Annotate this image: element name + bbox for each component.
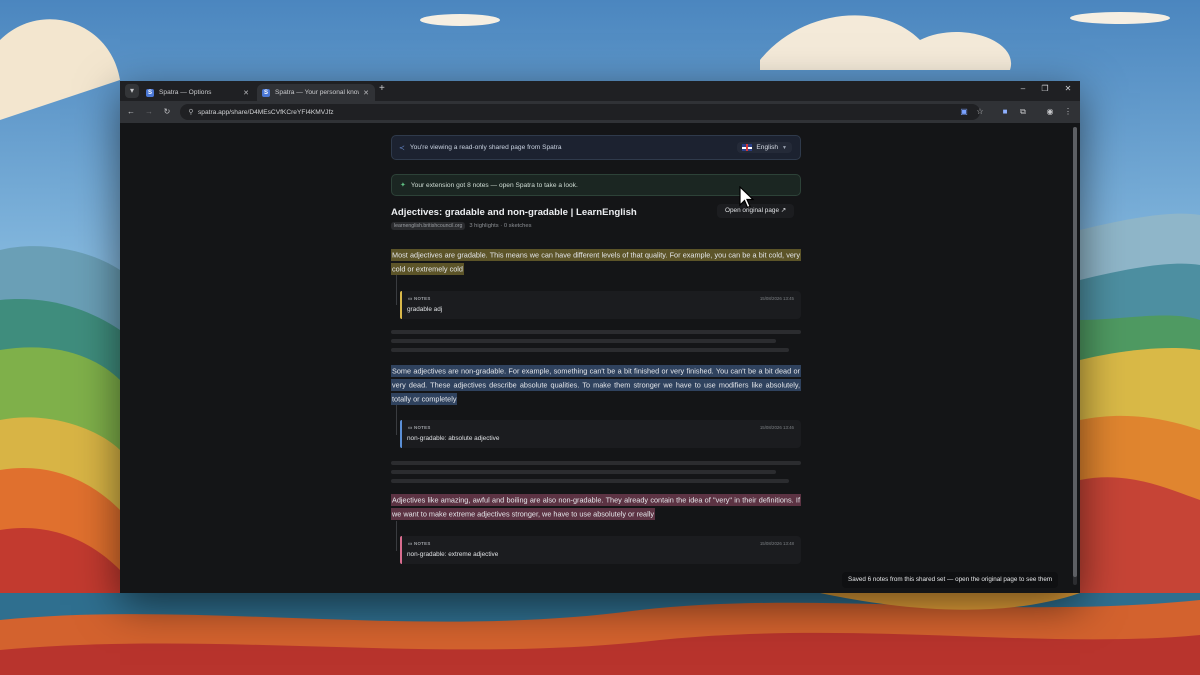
reload-icon[interactable]: ↻ — [161, 105, 173, 119]
arrow-right-icon[interactable]: → — [143, 105, 155, 119]
skeleton-line — [391, 339, 776, 343]
highlight-passage[interactable]: Some adjectives are non-gradable. For ex… — [391, 364, 801, 407]
note-card[interactable]: ▭ NOTES 15/08/2026 13:48 non-gradable: e… — [400, 536, 801, 564]
spatra-icon[interactable]: ■ — [999, 105, 1011, 119]
page-scrollbar[interactable] — [1073, 127, 1077, 585]
star-icon[interactable]: ☆ — [974, 105, 986, 119]
notice-text: Your extension got 8 notes — open Spatra… — [410, 181, 578, 189]
close-icon[interactable]: ✕ — [243, 89, 249, 97]
close-icon[interactable]: ✕ — [1062, 84, 1074, 93]
skeleton-line — [391, 479, 789, 483]
profile-icon[interactable]: ◉ — [1044, 105, 1056, 119]
restore-icon[interactable]: ❐ — [1039, 84, 1051, 93]
open-original-page-button[interactable]: Open original page ↗ — [717, 204, 795, 218]
saved-notes-toast[interactable]: Saved 6 notes from this shared set — ope… — [842, 572, 1059, 588]
minimize-icon[interactable]: – — [1017, 84, 1029, 93]
note-accent — [400, 420, 402, 448]
note-label-text: NOTES — [413, 296, 431, 301]
note-card[interactable]: ▭ NOTES 15/08/2026 13:46 non-gradable: a… — [400, 420, 801, 448]
tab-spatra-share[interactable]: S Spatra — Your personal knowle ✕ — [257, 84, 375, 101]
thread-line — [396, 275, 397, 305]
chevron-down-icon[interactable]: ▾ — [125, 84, 139, 98]
note-label-text: NOTES — [413, 541, 431, 546]
chevron-down-icon: ▼ — [782, 144, 787, 151]
note-card[interactable]: ▭ NOTES 15/08/2026 13:45 gradable adj — [400, 291, 801, 319]
note-date: 15/08/2026 13:45 — [759, 296, 794, 301]
highlight-passage[interactable]: Most adjectives are gradable. This means… — [391, 248, 801, 276]
browser-toolbar: ← → ↻ ⚲ spatra.app/share/D4MEsCVfKCreYFI… — [120, 101, 1080, 123]
page-content: ≺ You're viewing a read-only shared page… — [120, 123, 1080, 593]
note-label: ▭ NOTES — [408, 541, 431, 547]
mouse-cursor-icon — [739, 185, 755, 215]
tab-spatra-options[interactable]: S Spatra — Options ✕ — [141, 84, 255, 101]
note-date: 15/08/2026 13:46 — [759, 425, 794, 430]
highlight-passage[interactable]: Adjectives like amazing, awful and boili… — [391, 493, 801, 521]
banner-text: You're viewing a read-only shared page f… — [409, 144, 562, 151]
kebab-icon[interactable]: ⋮ — [1062, 105, 1074, 119]
tab-title: Spatra — Your personal knowle — [275, 89, 360, 96]
puzzle-icon[interactable]: ⧉ — [1017, 105, 1029, 119]
close-icon[interactable]: ✕ — [363, 89, 369, 97]
skeleton-line — [391, 348, 789, 352]
thread-line — [396, 521, 397, 551]
note-label: ▭ NOTES — [408, 425, 431, 431]
page-meta: learnenglish.britishcouncil.org 3 highli… — [391, 222, 801, 230]
highlight-text: Some adjectives are non-gradable. For ex… — [391, 364, 801, 405]
spatra-favicon-icon: S — [146, 88, 154, 97]
tab-title: Spatra — Options — [159, 89, 212, 96]
url-text: spatra.app/share/D4MEsCVfKCreYFI4KMVJfz — [198, 108, 334, 116]
skeleton-line — [391, 461, 801, 465]
skeleton-line — [391, 470, 776, 474]
note-text: non-gradable: extreme adjective — [407, 551, 499, 558]
note-text: gradable adj — [407, 306, 443, 313]
browser-window: ▾ S Spatra — Options ✕ S Spatra — Your p… — [120, 81, 1080, 593]
note-label-text: NOTES — [413, 425, 431, 430]
language-select[interactable]: English ▼ — [737, 142, 792, 153]
domain-chip[interactable]: learnenglish.britishcouncil.org — [391, 222, 466, 230]
note-accent — [400, 291, 402, 319]
shared-page-banner: ≺ You're viewing a read-only shared page… — [391, 135, 801, 160]
language-label: English — [756, 144, 779, 151]
note-accent — [400, 536, 402, 564]
page-title: Adjectives: gradable and non-gradable | … — [391, 207, 637, 218]
skeleton-line — [391, 330, 801, 334]
sparkle-icon: ✦ — [400, 182, 406, 189]
note-date: 15/08/2026 13:48 — [759, 541, 794, 546]
scroll-thumb[interactable] — [1073, 127, 1077, 577]
uk-flag-icon — [742, 144, 753, 151]
tune-icon[interactable]: ⚲ — [184, 108, 198, 116]
arrow-left-icon[interactable]: ← — [125, 105, 137, 119]
share-icon: ≺ — [399, 144, 405, 152]
tab-bar: ▾ S Spatra — Options ✕ S Spatra — Your p… — [120, 81, 1080, 101]
note-label: ▭ NOTES — [408, 296, 431, 302]
address-bar[interactable]: ⚲ spatra.app/share/D4MEsCVfKCreYFI4KMVJf… — [180, 104, 980, 120]
highlight-text: Adjectives like amazing, awful and boili… — [391, 493, 801, 520]
highlight-text: Most adjectives are gradable. This means… — [391, 248, 801, 275]
note-text: non-gradable: absolute adjective — [407, 435, 500, 442]
page-stats: 3 highlights · 0 sketches — [469, 223, 532, 229]
plus-icon[interactable]: + — [379, 83, 385, 94]
spatra-extension-icon[interactable]: ▣ — [958, 105, 970, 119]
spatra-favicon-icon: S — [262, 88, 270, 97]
thread-line — [396, 405, 397, 435]
